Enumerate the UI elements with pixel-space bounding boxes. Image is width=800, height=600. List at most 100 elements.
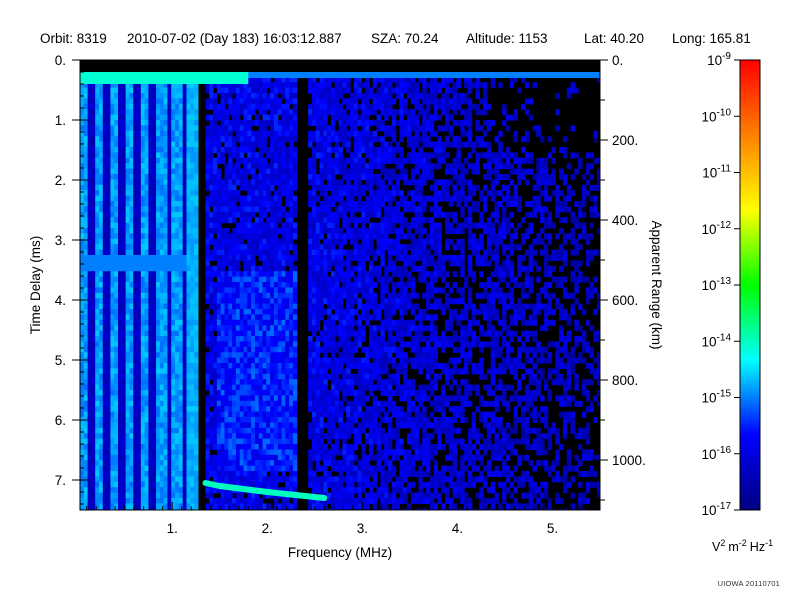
heatmap-cell [262,449,267,456]
heatmap-cell [224,476,229,483]
heatmap-cell [258,357,264,364]
heatmap-cell [171,282,176,288]
heatmap-cell [292,130,298,137]
heatmap-cell [235,249,241,256]
heatmap-cell [285,368,290,375]
heatmap-cell [258,471,264,477]
heatmap-cell [80,190,85,197]
heatmap-cell [213,384,218,391]
heatmap-cell [277,454,283,461]
heatmap-cell [83,287,89,294]
heatmap-cell [338,265,343,272]
heatmap-cell [228,476,233,483]
heatmap-cell [83,152,89,159]
heatmap-cell [254,265,260,272]
heatmap-cell [247,492,252,499]
heatmap-cell [106,184,112,191]
heatmap-cell [167,87,172,94]
heatmap-cell [80,249,85,256]
heatmap-cell [216,184,222,191]
heatmap-cell [140,195,146,202]
heatmap-cell [254,190,260,197]
heatmap-cell [95,379,100,386]
heatmap-cell [156,303,161,310]
heatmap-cell [247,390,252,396]
heatmap-cell [133,303,138,310]
heatmap-cell [323,330,328,337]
heatmap-cell [327,406,332,413]
heatmap-cell [80,325,85,332]
heatmap-cell [277,228,283,234]
heatmap-cell [266,282,271,288]
heatmap-cell [220,422,226,429]
heatmap-cell [129,190,134,197]
heatmap-cell [251,222,256,229]
heatmap-cell [266,465,271,472]
heatmap-cell [216,238,222,245]
heatmap-cell [338,379,343,386]
heatmap-cell [247,417,252,423]
heatmap-cell [99,352,104,359]
heatmap-cell [83,228,89,234]
heatmap-cell [281,276,286,283]
heatmap-cell [95,228,100,234]
heatmap-cell [91,130,96,137]
heatmap-cell [205,233,210,240]
heatmap-cell [205,114,210,121]
heatmap-cell [270,379,275,386]
heatmap-cell [137,390,142,396]
heatmap-cell [171,152,176,159]
heatmap-cell [167,265,172,272]
heatmap-cell [224,406,229,413]
heatmap-cell [330,427,336,434]
heatmap-cell [213,411,218,418]
heatmap-cell [270,417,275,423]
heatmap-cell [220,379,226,386]
heatmap-cell [209,103,214,110]
heatmap-cell [125,384,131,391]
heatmap-cell [83,411,89,418]
heatmap-cell [220,476,226,483]
heatmap-cell [194,174,199,180]
heatmap-cell [235,238,241,245]
heatmap-cell [178,136,184,143]
heatmap-cell [148,454,153,461]
heatmap-cell [167,357,172,364]
heatmap-cell [338,228,343,234]
heatmap-cell [95,384,100,391]
heatmap-cell [125,125,131,132]
heatmap-cell [270,174,275,180]
heatmap-cell [186,341,191,348]
heatmap-cell [106,255,112,261]
heatmap-cell [167,417,172,423]
heatmap-cell [311,314,317,321]
heatmap-cell [220,93,226,99]
heatmap-cell [110,174,115,180]
heatmap-cell [190,249,195,256]
heatmap-cell [156,233,161,240]
heatmap-cell [167,330,172,337]
heatmap-cell [216,476,222,483]
heatmap-cell [171,465,176,472]
heatmap-cell [167,298,172,305]
heatmap-cell [323,449,328,456]
heatmap-cell [110,330,115,337]
heatmap-cell [273,125,279,132]
heatmap-cell [277,400,283,407]
heatmap-cell [213,341,218,348]
heatmap-cell [87,303,93,310]
heatmap-cell [102,400,108,407]
heatmap-cell [91,228,96,234]
heatmap-cell [285,152,290,159]
heatmap-cell [167,147,172,153]
heatmap-cell [323,282,328,288]
heatmap-cell [330,190,336,197]
heatmap-cell [315,114,321,121]
heatmap-cell [163,217,169,224]
heatmap-cell [334,330,340,337]
heatmap-cell [102,141,108,148]
heatmap-cell [125,179,131,186]
heatmap-cell [129,103,134,110]
heatmap-cell [182,222,188,229]
heatmap-cell [186,136,191,143]
